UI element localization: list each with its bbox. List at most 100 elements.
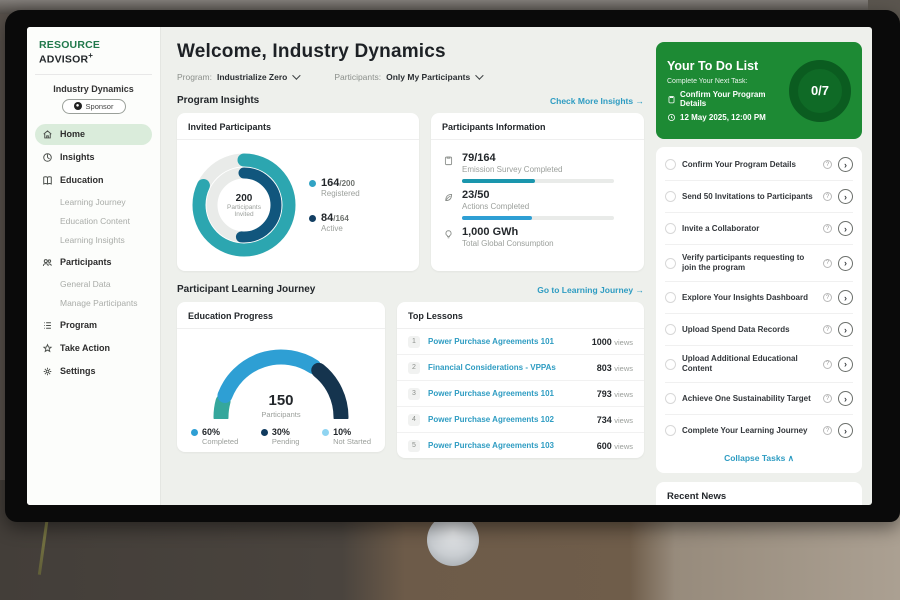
task-checkbox[interactable] <box>665 359 676 370</box>
sidebar: RESOURCE ADVISOR+ Industry Dynamics ● Sp… <box>27 27 161 505</box>
donut-legend: 164/200 Registered 84/164 Active <box>309 177 360 233</box>
task-checkbox[interactable] <box>665 159 676 170</box>
chevron-right-button[interactable]: › <box>838 391 853 406</box>
task-label[interactable]: Complete Your Learning Journey <box>682 426 817 436</box>
sidebar-item-education-content[interactable]: Education Content <box>35 212 152 231</box>
sidebar-item-home[interactable]: Home <box>35 124 152 145</box>
legend-dot <box>309 215 316 222</box>
participants-value: Only My Participants <box>386 72 470 82</box>
task-checkbox[interactable] <box>665 223 676 234</box>
right-column: Your To Do List Complete Your Next Task:… <box>656 27 872 505</box>
lesson-rank: 5 <box>408 440 420 452</box>
sidebar-item-general-data[interactable]: General Data <box>35 275 152 294</box>
card-title: Invited Participants <box>177 113 419 140</box>
chevron-right-button[interactable]: › <box>838 357 853 372</box>
task-label[interactable]: Upload Additional Educational Content <box>682 354 817 374</box>
help-icon[interactable]: ? <box>823 426 832 435</box>
chevron-right-button[interactable]: › <box>838 290 853 305</box>
sponsor-label: Sponsor <box>86 102 114 111</box>
task-label[interactable]: Upload Spend Data Records <box>682 325 817 335</box>
task-checkbox[interactable] <box>665 258 676 269</box>
help-icon[interactable]: ? <box>823 224 832 233</box>
lesson-link[interactable]: Financial Considerations - VPPAs <box>428 363 589 372</box>
lesson-views: 803 <box>597 363 612 373</box>
task-row: Confirm Your Program Details ? › <box>665 149 853 180</box>
sidebar-item-label: Home <box>60 129 85 139</box>
chevron-right-button[interactable]: › <box>838 256 853 271</box>
lesson-row: 5 Power Purchase Agreements 103 600 view… <box>397 432 644 458</box>
task-label[interactable]: Achieve One Sustainability Target <box>682 394 817 404</box>
sidebar-item-insights[interactable]: Insights <box>35 147 152 168</box>
lesson-list: 1 Power Purchase Agreements 101 1000 vie… <box>397 329 644 458</box>
chevron-right-button[interactable]: › <box>838 157 853 172</box>
task-checkbox[interactable] <box>665 191 676 202</box>
task-checkbox[interactable] <box>665 324 676 335</box>
chevron-right-button[interactable]: › <box>838 423 853 438</box>
lesson-link[interactable]: Power Purchase Agreements 103 <box>428 441 589 450</box>
lesson-rank: 3 <box>408 388 420 400</box>
sidebar-item-education[interactable]: Education <box>35 170 152 191</box>
donut-center-label: Participants Invited <box>219 204 269 218</box>
chevron-right-button[interactable]: › <box>838 189 853 204</box>
task-label[interactable]: Verify participants requesting to join t… <box>682 253 817 273</box>
sidebar-item-manage-participants[interactable]: Manage Participants <box>35 294 152 313</box>
lesson-link[interactable]: Power Purchase Agreements 101 <box>428 389 589 398</box>
lesson-link[interactable]: Power Purchase Agreements 101 <box>428 337 584 346</box>
chevron-right-button[interactable]: › <box>838 322 853 337</box>
task-row: Upload Additional Educational Content ? … <box>665 345 853 382</box>
education-gauge-chart: 150 Participants <box>206 339 356 419</box>
task-label[interactable]: Invite a Collaborator <box>682 224 817 234</box>
sidebar-item-learning-journey[interactable]: Learning Journey <box>35 193 152 212</box>
task-label[interactable]: Send 50 Invitations to Participants <box>682 192 817 202</box>
sidebar-item-program[interactable]: Program <box>35 315 152 336</box>
sidebar-item-label: Participants <box>60 257 112 267</box>
todo-card: Your To Do List Complete Your Next Task:… <box>656 42 862 139</box>
program-select[interactable]: Program: Industrialize Zero <box>177 72 298 82</box>
views-word: views <box>614 442 633 451</box>
dashboard-screen: RESOURCE ADVISOR+ Industry Dynamics ● Sp… <box>27 27 872 505</box>
help-icon[interactable]: ? <box>823 394 832 403</box>
sponsor-badge: ● Sponsor <box>62 99 126 114</box>
app-logo: RESOURCE ADVISOR+ <box>35 37 152 75</box>
insights-icon <box>42 152 53 163</box>
views-word: views <box>614 338 633 347</box>
help-icon[interactable]: ? <box>823 160 832 169</box>
task-row: Send 50 Invitations to Participants ? › <box>665 180 853 212</box>
help-icon[interactable]: ? <box>823 360 832 369</box>
participants-label: Participants: <box>334 72 381 82</box>
gauge-center-value: 150 <box>206 392 356 409</box>
lesson-views: 1000 <box>592 337 612 347</box>
sidebar-item-participants[interactable]: Participants <box>35 252 152 273</box>
participants-select[interactable]: Participants: Only My Participants <box>334 72 481 82</box>
recent-news-card: Recent News <box>656 482 862 505</box>
task-row: Invite a Collaborator ? › <box>665 212 853 244</box>
help-icon[interactable]: ? <box>823 259 832 268</box>
chevron-right-button[interactable]: › <box>838 221 853 236</box>
task-checkbox[interactable] <box>665 393 676 404</box>
sidebar-item-settings[interactable]: Settings <box>35 361 152 382</box>
logo-resource: RESOURCE <box>39 39 100 51</box>
help-icon[interactable]: ? <box>823 293 832 302</box>
legend-item-not-started: 10%Not Started <box>322 427 371 446</box>
org-name: Industry Dynamics <box>35 84 152 94</box>
task-row: Verify participants requesting to join t… <box>665 244 853 281</box>
lesson-views: 793 <box>597 389 612 399</box>
sidebar-item-take-action[interactable]: Take Action <box>35 338 152 359</box>
lesson-link[interactable]: Power Purchase Agreements 102 <box>428 415 589 424</box>
task-label[interactable]: Explore Your Insights Dashboard <box>682 293 817 303</box>
task-list: Confirm Your Program Details ? › Send 50… <box>656 147 862 473</box>
todo-progress-badge: 0/7 <box>789 60 851 122</box>
help-icon[interactable]: ? <box>823 325 832 334</box>
gear-icon <box>42 366 53 377</box>
task-label[interactable]: Confirm Your Program Details <box>682 160 817 170</box>
invited-participants-card: Invited Participants 200 Participants In… <box>177 113 419 271</box>
check-more-insights-link[interactable]: Check More Insights → <box>550 96 644 106</box>
task-checkbox[interactable] <box>665 425 676 436</box>
sidebar-item-learning-insights[interactable]: Learning Insights <box>35 231 152 250</box>
task-checkbox[interactable] <box>665 292 676 303</box>
help-icon[interactable]: ? <box>823 192 832 201</box>
clipboard-icon <box>667 95 676 104</box>
collapse-tasks-link[interactable]: Collapse Tasks ∧ <box>665 446 853 469</box>
metric-emission-survey: 79/164 Emission Survey Completed <box>443 152 632 183</box>
go-to-learning-journey-link[interactable]: Go to Learning Journey → <box>537 285 644 295</box>
